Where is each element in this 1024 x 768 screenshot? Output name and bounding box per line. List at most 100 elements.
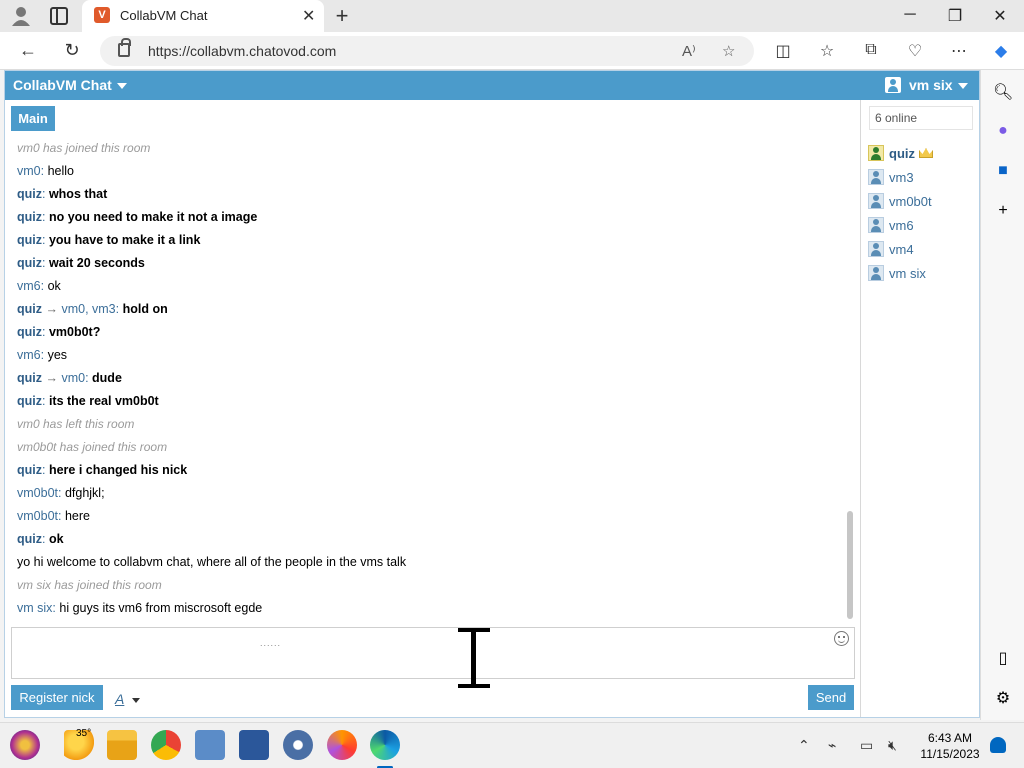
browser-tab-active[interactable]: V CollabVM Chat ✕ [82,0,324,32]
close-tab-icon[interactable]: ✕ [302,6,315,26]
url-text[interactable]: https://collabvm.chatovod.com [148,43,336,59]
message-nick[interactable]: quiz [17,463,42,477]
chevron-down-icon [116,83,127,90]
message-body: its the real vm0b0t [48,394,159,408]
message-body: hold on [122,302,168,316]
message-nick[interactable]: vm0b0t [17,509,58,523]
refresh-icon[interactable]: ↻ [61,40,83,61]
message-separator: : [42,210,49,224]
user-menu[interactable]: vm six [885,77,968,93]
browser-essentials-icon[interactable]: ♡ [904,41,926,61]
chat-message: quiz → vm0: dude [17,367,845,390]
message-body: here i changed his nick [48,463,188,477]
send-button[interactable]: Send [808,685,854,710]
chat-message: vm6: ok [17,275,845,298]
message-recipients[interactable]: vm0 [61,371,85,385]
close-window-icon[interactable]: ✕ [990,6,1010,26]
message-nick[interactable]: vm0 [17,164,41,178]
collabvm-favicon-icon: V [94,7,110,23]
chat-title-menu[interactable]: CollabVM Chat [13,77,127,93]
display-icon[interactable]: ▭ [860,737,873,754]
more-menu-icon[interactable]: ⋯ [948,41,970,61]
message-input[interactable]: ...... [11,627,855,679]
message-nick[interactable]: quiz [17,256,42,270]
chrome-icon[interactable] [151,730,181,760]
tab-actions-icon[interactable] [50,7,68,25]
copilot-icon[interactable]: ◆ [990,41,1012,61]
message-separator: : [40,164,48,178]
user-list-item[interactable]: vm0b0t [868,192,932,212]
room-tab-main[interactable]: Main [11,106,55,131]
favorites-icon[interactable]: ☆ [816,41,838,61]
message-separator: : [58,486,65,500]
firefox-icon[interactable] [327,730,357,760]
message-nick[interactable]: quiz [17,233,42,247]
message-nick[interactable]: quiz [17,371,42,385]
address-bar[interactable]: https://collabvm.chatovod.com A⁾ ☆ [100,36,754,66]
tab-title: CollabVM Chat [120,8,208,23]
settings-gear-icon[interactable]: ⚙ [993,688,1013,708]
scrollbar-thumb[interactable] [847,511,853,619]
outlook-icon[interactable]: ■ [993,162,1013,182]
search-icon[interactable]: 🔍︎ [993,82,1013,102]
add-sidebar-app-icon[interactable]: + [993,202,1013,222]
user-list-item[interactable]: vm4 [868,240,914,260]
office-icon[interactable]: ● [993,122,1013,142]
network-icon[interactable]: ⌁ [828,737,836,754]
task-manager-icon[interactable] [195,730,225,760]
message-text: vm six has joined this room [17,578,162,592]
chat-message: vm0: hello [17,160,845,183]
message-nick[interactable]: quiz [17,325,42,339]
profile-icon[interactable] [10,5,32,27]
message-nick[interactable]: vm0b0t [17,486,58,500]
message-nick[interactable]: vm6 [17,279,41,293]
message-nick[interactable]: quiz [17,394,42,408]
message-scrollbar[interactable] [847,107,853,621]
back-icon[interactable]: ← [17,40,39,61]
read-aloud-icon[interactable]: A⁾ [682,42,696,60]
word-icon[interactable] [239,730,269,760]
user-list-item[interactable]: vm six [868,264,926,284]
lock-icon[interactable] [118,38,131,57]
user-icon [885,77,901,93]
weather-temp: 35° [76,728,92,739]
message-nick[interactable]: quiz [17,210,42,224]
user-icon [868,217,884,233]
chevron-up-icon[interactable]: ⌃ [798,737,810,754]
volume-mute-icon[interactable]: 🔇︎ [888,737,897,754]
start-orb-icon[interactable] [10,730,40,760]
message-body: dude [92,371,122,385]
chat-message: quiz: no you need to make it not a image [17,206,845,229]
message-nick[interactable]: quiz [17,302,42,316]
collections-icon[interactable]: ⧉ [860,41,882,59]
message-nick[interactable]: quiz [17,187,42,201]
chat-message: quiz: ok [17,528,845,551]
hide-sidebar-icon[interactable]: ▯ [993,648,1013,668]
file-explorer-icon[interactable] [107,730,137,760]
new-tab-icon[interactable]: + [332,3,352,29]
chat-message: quiz: you have to make it a link [17,229,845,252]
user-list-item[interactable]: vm3 [868,168,914,188]
clock-date: 11/15/2023 [920,747,980,761]
clock[interactable]: 6:43 AM 11/15/2023 [920,730,980,762]
chat-message: vm6: yes [17,344,845,367]
user-list-item[interactable]: vm6 [868,216,914,236]
chat-message: quiz: vm0b0t? [17,321,845,344]
settings-icon[interactable] [283,730,313,760]
user-icon [868,193,884,209]
message-nick[interactable]: vm six [17,601,52,615]
text-format-button[interactable]: A [115,691,141,707]
message-nick[interactable]: vm6 [17,348,41,362]
split-screen-icon[interactable]: ◫ [772,41,794,61]
register-nick-button[interactable]: Register nick [11,685,103,710]
user-list-item[interactable]: quiz [868,144,933,164]
notification-bell-icon[interactable] [990,737,1006,753]
favorite-star-icon[interactable]: ☆ [722,42,735,60]
minimize-icon[interactable]: ─ [900,6,920,24]
edge-icon[interactable] [370,730,400,760]
restore-icon[interactable]: ❐ [945,6,965,26]
message-nick[interactable]: quiz [17,532,42,546]
smiley-icon[interactable] [834,631,849,646]
user-icon [868,145,884,161]
message-recipients[interactable]: vm0, vm3 [61,302,115,316]
